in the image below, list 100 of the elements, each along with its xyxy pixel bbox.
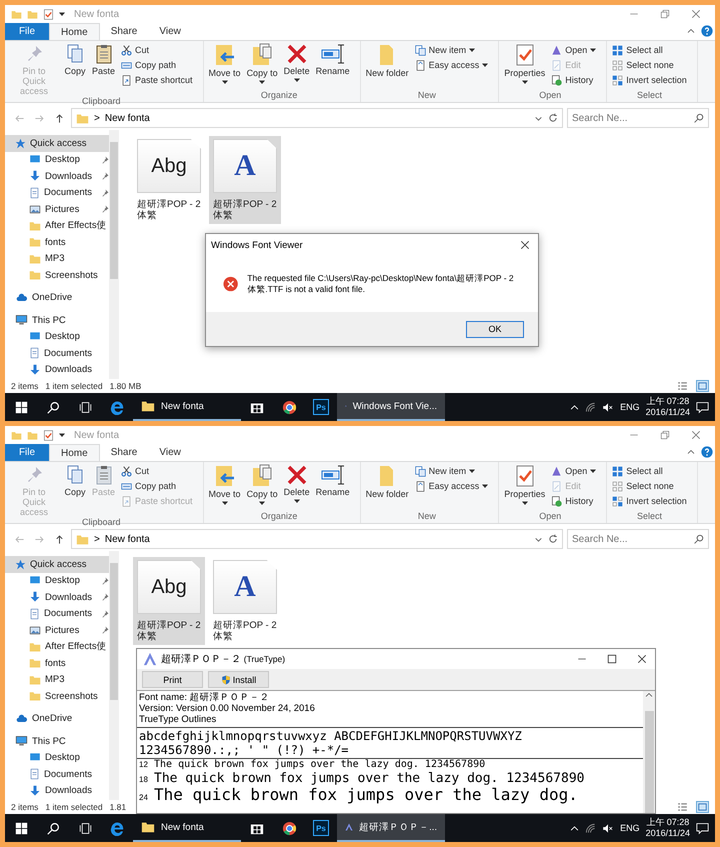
ribbon-button[interactable]: Invert selection bbox=[610, 73, 689, 87]
ribbon-tab[interactable]: File bbox=[5, 444, 49, 461]
nav-item[interactable]: Quick access bbox=[5, 135, 109, 152]
file-item[interactable]: Abg 超研澤POP - 2 体繁 bbox=[133, 557, 205, 645]
nav-item[interactable]: Documents bbox=[5, 766, 109, 782]
document-icon bbox=[29, 186, 40, 199]
ribbon-tab[interactable]: Home bbox=[49, 23, 100, 40]
clock[interactable]: 上午 07:28 2016/11/24 bbox=[646, 396, 690, 418]
scrollbar[interactable] bbox=[643, 691, 655, 813]
nav-item[interactable]: OneDrive bbox=[5, 290, 109, 306]
nav-item[interactable]: Downloads bbox=[5, 589, 109, 606]
ribbon-button[interactable]: Copy bbox=[62, 464, 88, 517]
ribbon-button[interactable]: Cut bbox=[119, 43, 195, 57]
toolbar-button[interactable]: Print bbox=[142, 671, 203, 688]
taskbar-button[interactable]: Ps bbox=[305, 393, 337, 421]
nav-item[interactable]: Desktop bbox=[5, 572, 109, 589]
ribbon-button[interactable]: Copy bbox=[62, 43, 88, 96]
nav-item[interactable]: MP3 bbox=[5, 672, 109, 688]
nav-item[interactable]: After Effects使 bbox=[5, 638, 109, 655]
address-bar[interactable]: > New fonta bbox=[71, 529, 563, 549]
ribbon-button[interactable]: Paste bbox=[90, 43, 118, 96]
ribbon-button[interactable]: Properties bbox=[502, 464, 548, 511]
nav-item[interactable]: fonts bbox=[5, 234, 109, 250]
ribbon-button[interactable]: Easy access bbox=[412, 58, 490, 72]
nav-item[interactable]: This PC bbox=[5, 312, 109, 328]
ribbon-button[interactable]: New item bbox=[412, 464, 490, 478]
search-field[interactable]: Search Ne... bbox=[567, 529, 709, 549]
nav-item[interactable]: Screenshots bbox=[5, 267, 109, 284]
address-bar[interactable]: > New fonta bbox=[71, 108, 563, 128]
ribbon-button[interactable]: Move to bbox=[206, 43, 243, 90]
ribbon-button[interactable]: New folder bbox=[364, 464, 411, 511]
ribbon-button[interactable]: Paste shortcut bbox=[119, 73, 195, 87]
ribbon-button[interactable]: Select none bbox=[610, 58, 689, 72]
ribbon-button[interactable]: Select all bbox=[610, 43, 689, 57]
search-field[interactable]: Search Ne... bbox=[567, 108, 709, 128]
details-view-button[interactable] bbox=[676, 801, 689, 813]
ribbon-button[interactable]: History bbox=[549, 494, 598, 508]
details-view-button[interactable] bbox=[676, 380, 689, 392]
ribbon-button[interactable]: Select all bbox=[610, 464, 689, 478]
language-indicator[interactable]: ENG bbox=[620, 823, 640, 833]
file-item[interactable]: A 超研澤POP - 2 体繁 bbox=[209, 136, 281, 224]
ribbon-button[interactable]: Open bbox=[549, 464, 598, 478]
ribbon-button[interactable]: Copy path bbox=[119, 479, 195, 493]
ribbon-button[interactable]: New item bbox=[412, 43, 490, 57]
ribbon-button[interactable]: Open bbox=[549, 43, 598, 57]
ribbon-button[interactable]: Invert selection bbox=[610, 494, 689, 508]
ribbon-button[interactable]: Rename bbox=[314, 43, 352, 90]
folder-icon bbox=[29, 640, 41, 653]
nav-item[interactable]: MP3 bbox=[5, 250, 109, 267]
toolbar-button[interactable]: Install bbox=[208, 671, 269, 688]
ribbon-button[interactable]: Cut bbox=[119, 464, 195, 478]
breadcrumb-path[interactable]: New fonta bbox=[104, 534, 150, 544]
nav-item[interactable]: Documents bbox=[5, 184, 109, 201]
taskbar-button[interactable]: 超研澤ＰＯＰ－... bbox=[337, 814, 445, 842]
ribbon-button[interactable]: History bbox=[549, 73, 598, 87]
icons-view-button[interactable] bbox=[696, 801, 709, 813]
scrollbar[interactable] bbox=[109, 130, 119, 379]
nav-item[interactable]: Documents bbox=[5, 345, 109, 362]
nav-item[interactable]: After Effects使 bbox=[5, 218, 109, 234]
ribbon-button[interactable]: Easy access bbox=[412, 479, 490, 493]
ribbon-button[interactable]: Copy to bbox=[244, 43, 280, 90]
select-all-icon bbox=[612, 44, 624, 56]
file-item[interactable]: Abg 超研澤POP - 2 体繁 bbox=[133, 136, 205, 224]
breadcrumb-path[interactable]: New fonta bbox=[104, 112, 150, 124]
file-item[interactable]: A 超研澤POP - 2 体繁 bbox=[209, 557, 281, 645]
taskbar-button[interactable]: New fonta bbox=[133, 393, 241, 421]
taskbar-button[interactable]: Windows Font Vie... bbox=[337, 393, 445, 421]
nav-item[interactable]: Pictures bbox=[5, 622, 109, 638]
nav-item[interactable]: Desktop bbox=[5, 152, 109, 168]
ok-button[interactable]: OK bbox=[466, 320, 524, 338]
nav-item[interactable]: fonts bbox=[5, 655, 109, 672]
ribbon-button[interactable]: Copy path bbox=[119, 58, 195, 72]
ribbon-tab[interactable]: File bbox=[5, 23, 49, 40]
nav-item[interactable]: Quick access bbox=[5, 556, 109, 572]
ribbon-button[interactable]: Move to bbox=[206, 464, 243, 511]
ribbon-button[interactable]: Delete bbox=[282, 464, 312, 511]
nav-item[interactable]: Documents bbox=[5, 606, 109, 622]
ribbon-button[interactable]: Properties bbox=[502, 43, 548, 90]
ribbon-tab[interactable]: Home bbox=[49, 444, 100, 461]
ribbon-button[interactable]: Delete bbox=[282, 43, 312, 90]
ribbon-button[interactable]: New folder bbox=[364, 43, 411, 90]
clock[interactable]: 上午 07:28 2016/11/24 bbox=[646, 817, 690, 839]
nav-item[interactable]: Downloads bbox=[5, 782, 109, 799]
taskbar-button[interactable]: Ps bbox=[305, 814, 337, 842]
ribbon-button[interactable]: Select none bbox=[610, 479, 689, 493]
nav-item[interactable]: OneDrive bbox=[5, 710, 109, 727]
scrollbar[interactable] bbox=[109, 551, 119, 800]
nav-item[interactable]: Downloads bbox=[5, 168, 109, 184]
language-indicator[interactable]: ENG bbox=[620, 402, 640, 412]
nav-item[interactable]: Pictures bbox=[5, 201, 109, 218]
icons-view-button[interactable] bbox=[696, 380, 709, 392]
help-button[interactable] bbox=[699, 444, 715, 460]
nav-item[interactable]: This PC bbox=[5, 733, 109, 750]
ribbon-button[interactable]: Copy to bbox=[244, 464, 280, 511]
help-button[interactable] bbox=[699, 23, 715, 39]
nav-item[interactable]: Desktop bbox=[5, 328, 109, 345]
nav-item[interactable]: Screenshots bbox=[5, 688, 109, 704]
nav-item[interactable]: Downloads bbox=[5, 362, 109, 378]
ribbon-button[interactable]: Rename bbox=[314, 464, 352, 511]
nav-item[interactable]: Desktop bbox=[5, 750, 109, 766]
